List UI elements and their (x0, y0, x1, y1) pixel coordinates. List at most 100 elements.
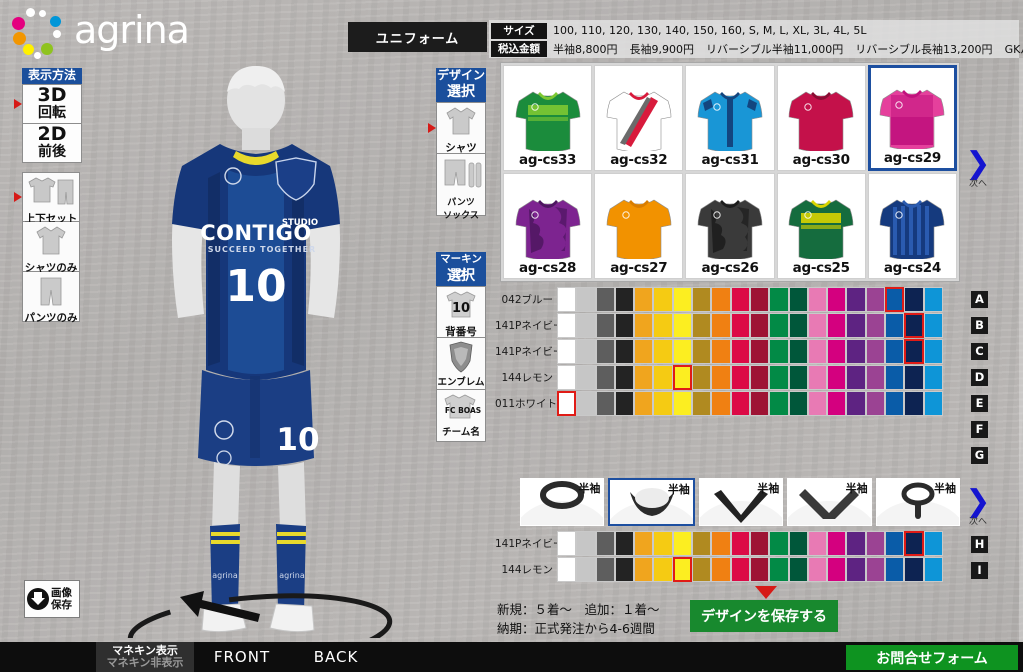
color-swatch[interactable] (923, 390, 943, 416)
color-swatch[interactable] (865, 338, 886, 364)
design-grid-next-button[interactable]: ❯ 次へ (963, 149, 993, 190)
contact-form-button[interactable]: お問合せフォーム (846, 645, 1018, 670)
color-swatch[interactable] (749, 530, 770, 556)
color-swatch[interactable] (730, 286, 750, 312)
color-swatch[interactable] (711, 556, 731, 582)
color-swatch[interactable] (846, 556, 866, 582)
front-view-button[interactable]: FRONT (204, 642, 280, 672)
color-swatch[interactable] (904, 364, 924, 390)
design-cell-ag-cs31[interactable]: ag-cs31 (685, 65, 775, 171)
color-swatch[interactable] (788, 390, 808, 416)
color-swatch[interactable] (576, 312, 596, 338)
color-swatch[interactable] (634, 364, 654, 390)
color-swatch[interactable] (827, 390, 847, 416)
collar-option-keyhole[interactable]: 半袖 (875, 478, 961, 526)
save-image-button[interactable]: 画像 保存 (24, 580, 80, 618)
color-swatch[interactable] (711, 530, 731, 556)
color-swatch[interactable] (769, 312, 789, 338)
color-swatch[interactable] (557, 530, 577, 556)
color-swatch[interactable] (614, 364, 635, 390)
color-swatch[interactable] (807, 286, 828, 312)
letter-column-lower[interactable]: HI (971, 536, 988, 588)
mannequin-visibility-toggle[interactable]: マネキン表示 マネキン非表示 (96, 642, 194, 672)
color-swatch[interactable] (923, 338, 943, 364)
design-option-shirt[interactable]: シャツ (428, 102, 486, 154)
color-swatch[interactable] (692, 556, 712, 582)
color-swatch[interactable] (885, 286, 905, 312)
color-swatch[interactable] (653, 286, 673, 312)
design-option-pants-socks[interactable]: パンツ ソックス (436, 154, 486, 221)
color-swatch[interactable] (634, 286, 654, 312)
color-swatch[interactable] (923, 530, 943, 556)
letter-button-e[interactable]: E (971, 395, 988, 412)
color-swatch[interactable] (749, 338, 770, 364)
collar-next-button[interactable]: ❯ 次へ (963, 487, 993, 528)
set-option-full-kit[interactable]: 上下セット (14, 172, 80, 225)
color-swatch[interactable] (730, 390, 750, 416)
color-swatch[interactable] (904, 338, 924, 364)
design-cell-ag-cs27[interactable]: ag-cs27 (594, 173, 684, 279)
color-swatch[interactable] (557, 286, 577, 312)
color-swatch[interactable] (904, 286, 924, 312)
letter-button-c[interactable]: C (971, 343, 988, 360)
letter-button-i[interactable]: I (971, 562, 988, 579)
color-swatch[interactable] (730, 556, 750, 582)
color-swatch[interactable] (557, 338, 577, 364)
color-swatch[interactable] (827, 286, 847, 312)
color-swatch[interactable] (634, 530, 654, 556)
color-swatch[interactable] (788, 286, 808, 312)
color-swatch[interactable] (634, 312, 654, 338)
view-mode-2d[interactable]: 2D 前後 (22, 124, 82, 163)
color-swatch[interactable] (827, 530, 847, 556)
mannequin-stage[interactable]: CONTIGO STUDIO SUCCEED TOGETHER 10 10 ag… (90, 58, 430, 672)
color-swatch[interactable] (885, 364, 905, 390)
color-swatch[interactable] (576, 338, 596, 364)
color-swatch[interactable] (788, 338, 808, 364)
save-design-button[interactable]: デザインを保存する (690, 600, 838, 632)
color-swatch[interactable] (923, 556, 943, 582)
marking-option-team-name[interactable]: FC BOAS チーム名 (436, 390, 486, 442)
color-swatch[interactable] (692, 312, 712, 338)
tab-uniform[interactable]: ユニフォーム (348, 22, 487, 52)
color-swatch[interactable] (711, 312, 731, 338)
color-swatch[interactable] (711, 364, 731, 390)
color-swatch[interactable] (865, 312, 886, 338)
color-swatch[interactable] (576, 286, 596, 312)
letter-button-g[interactable]: G (971, 447, 988, 464)
collar-option-v-neck[interactable]: 半袖 (698, 478, 784, 526)
color-swatch[interactable] (788, 530, 808, 556)
color-swatch[interactable] (749, 312, 770, 338)
color-swatch[interactable] (730, 338, 750, 364)
color-swatch[interactable] (614, 390, 635, 416)
color-swatch[interactable] (846, 390, 866, 416)
page-scrollbar[interactable] (1019, 58, 1023, 642)
color-swatch[interactable] (885, 556, 905, 582)
color-swatch[interactable] (672, 312, 693, 338)
color-swatch[interactable] (711, 286, 731, 312)
color-swatch[interactable] (827, 312, 847, 338)
design-cell-ag-cs29[interactable]: ag-cs29 (867, 65, 957, 171)
letter-button-d[interactable]: D (971, 369, 988, 386)
letter-button-h[interactable]: H (971, 536, 988, 553)
letter-column-upper[interactable]: ABCDEFG (971, 291, 988, 473)
color-swatch[interactable] (788, 364, 808, 390)
color-swatch[interactable] (865, 530, 886, 556)
color-swatch[interactable] (634, 338, 654, 364)
color-swatch[interactable] (807, 364, 828, 390)
color-swatch[interactable] (672, 364, 693, 390)
color-swatch[interactable] (653, 312, 673, 338)
color-swatch[interactable] (653, 364, 673, 390)
color-swatch[interactable] (557, 364, 577, 390)
color-swatch[interactable] (595, 556, 615, 582)
color-swatch[interactable] (749, 364, 770, 390)
design-cell-ag-cs28[interactable]: ag-cs28 (503, 173, 593, 279)
color-swatch[interactable] (769, 286, 789, 312)
color-swatch[interactable] (846, 312, 866, 338)
color-swatch[interactable] (904, 530, 924, 556)
collar-option-polo-v[interactable]: 半袖 (787, 478, 872, 526)
color-swatch[interactable] (749, 556, 770, 582)
color-swatch[interactable] (711, 338, 731, 364)
color-swatch[interactable] (557, 390, 577, 416)
color-swatch[interactable] (807, 556, 828, 582)
color-swatch[interactable] (788, 556, 808, 582)
